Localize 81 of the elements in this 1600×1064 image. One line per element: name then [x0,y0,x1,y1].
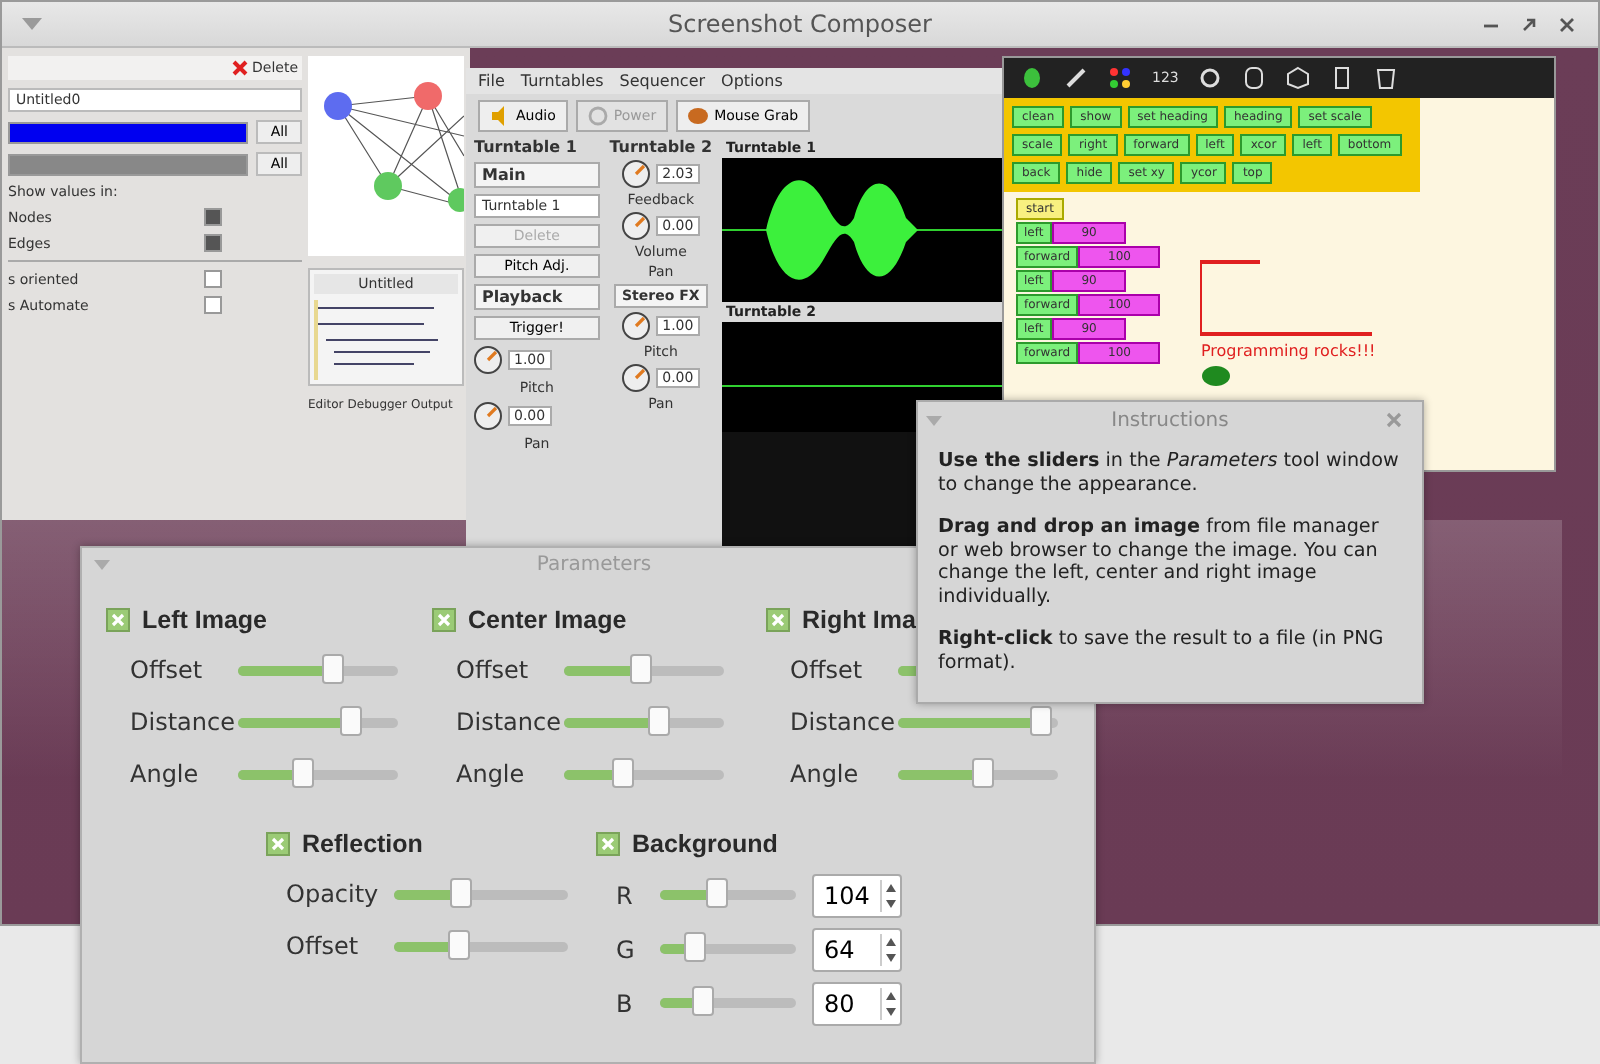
paragraph: Right-click to save the result to a file (in PNG format). [938,628,1386,674]
slider-thumb[interactable] [448,929,471,959]
slider-label: Offset [456,656,531,684]
slider-thumb[interactable] [612,757,635,787]
knob-icon [622,212,651,240]
slider-thumb[interactable] [1030,705,1052,735]
window-title: Parameters [536,553,652,575]
slider-label: Opacity [286,880,381,908]
section-header[interactable]: Playback [474,284,600,310]
maximize-icon [1520,15,1538,33]
menu-item[interactable]: Options [721,72,783,90]
knob-icon [474,346,502,374]
speaker-icon [490,106,510,126]
slider-thumb[interactable] [630,653,653,683]
slider-label: Distance [130,708,237,736]
window-title: Screenshot Composer [668,10,932,38]
slider-thumb[interactable] [449,877,472,907]
palette-icon [1108,66,1132,90]
spin-box[interactable]: 64 [812,927,902,971]
section-title: Center Image [468,606,627,634]
section-title: Left Image [142,606,268,634]
slider-label: G [616,935,637,963]
slider-label: R [616,881,635,909]
menu-item[interactable]: Turntables [520,72,604,90]
stepper-arrows-icon [880,987,900,1019]
slider-thumb[interactable] [339,705,362,735]
knob-icon [622,312,651,340]
paragraph: Drag and drop an image from file manager or web browser to change the image. You can change the left, center and right image individually. [938,516,1381,608]
menu-arrow-icon [926,415,942,425]
color-swatch[interactable] [8,153,249,175]
section-title: Background [632,830,778,858]
spin-box[interactable]: 104 [812,873,902,917]
close-icon [1386,412,1402,428]
checkbox[interactable] [106,608,130,632]
slider-label: Offset [286,932,361,960]
slider-thumb[interactable] [972,757,995,787]
checkbox[interactable] [766,608,790,632]
menu-arrow-icon [94,559,110,569]
checkbox[interactable] [204,296,222,314]
slider-label: Angle [130,760,201,788]
checkbox[interactable] [204,234,222,252]
section-header[interactable]: Main [474,162,600,188]
knob-icon [474,402,502,430]
pen-icon [1064,66,1088,90]
slider-label: Angle [456,760,527,788]
window-title: Instructions [1111,409,1229,431]
slider-thumb[interactable] [322,653,344,683]
checkbox[interactable] [266,832,290,856]
slider-thumb[interactable] [684,932,707,962]
slider-label: Angle [790,760,861,788]
canvas-text: Programming rocks!!! [1200,342,1378,360]
checkbox[interactable] [432,608,456,632]
menu-item[interactable]: Sequencer [619,72,706,90]
knob-icon [622,364,651,392]
slider-label: Distance [790,708,897,736]
slider-label: Offset [130,656,205,684]
slider-thumb[interactable] [705,878,728,908]
x-icon [232,60,248,76]
section-title: Reflection [302,830,423,858]
slider-label: Distance [456,708,563,736]
column-title: Turntable 1 [474,138,579,156]
checkbox[interactable] [204,208,222,226]
knob-icon [622,160,651,188]
slider-thumb[interactable] [692,986,715,1016]
slider-thumb[interactable] [291,757,314,787]
stepper-arrows-icon [880,933,900,965]
slider-label: Offset [790,656,865,684]
column-title: Turntable 2 [609,138,713,156]
section-title: Right Ima [802,606,916,634]
menu-item[interactable]: File [478,72,505,90]
paragraph: Use the sliders in the Parameters tool window to change the appearance. [938,450,1401,496]
close-icon [1558,15,1576,33]
trash-icon [1374,66,1399,90]
checkbox[interactable] [204,270,222,288]
menu-arrow-icon [22,18,42,30]
color-swatch[interactable] [8,121,249,143]
slider-label: B [616,989,635,1017]
checkbox[interactable] [596,832,620,856]
spin-box[interactable]: 80 [812,981,902,1025]
slider-thumb[interactable] [648,705,670,735]
stepper-arrows-icon [880,879,900,911]
